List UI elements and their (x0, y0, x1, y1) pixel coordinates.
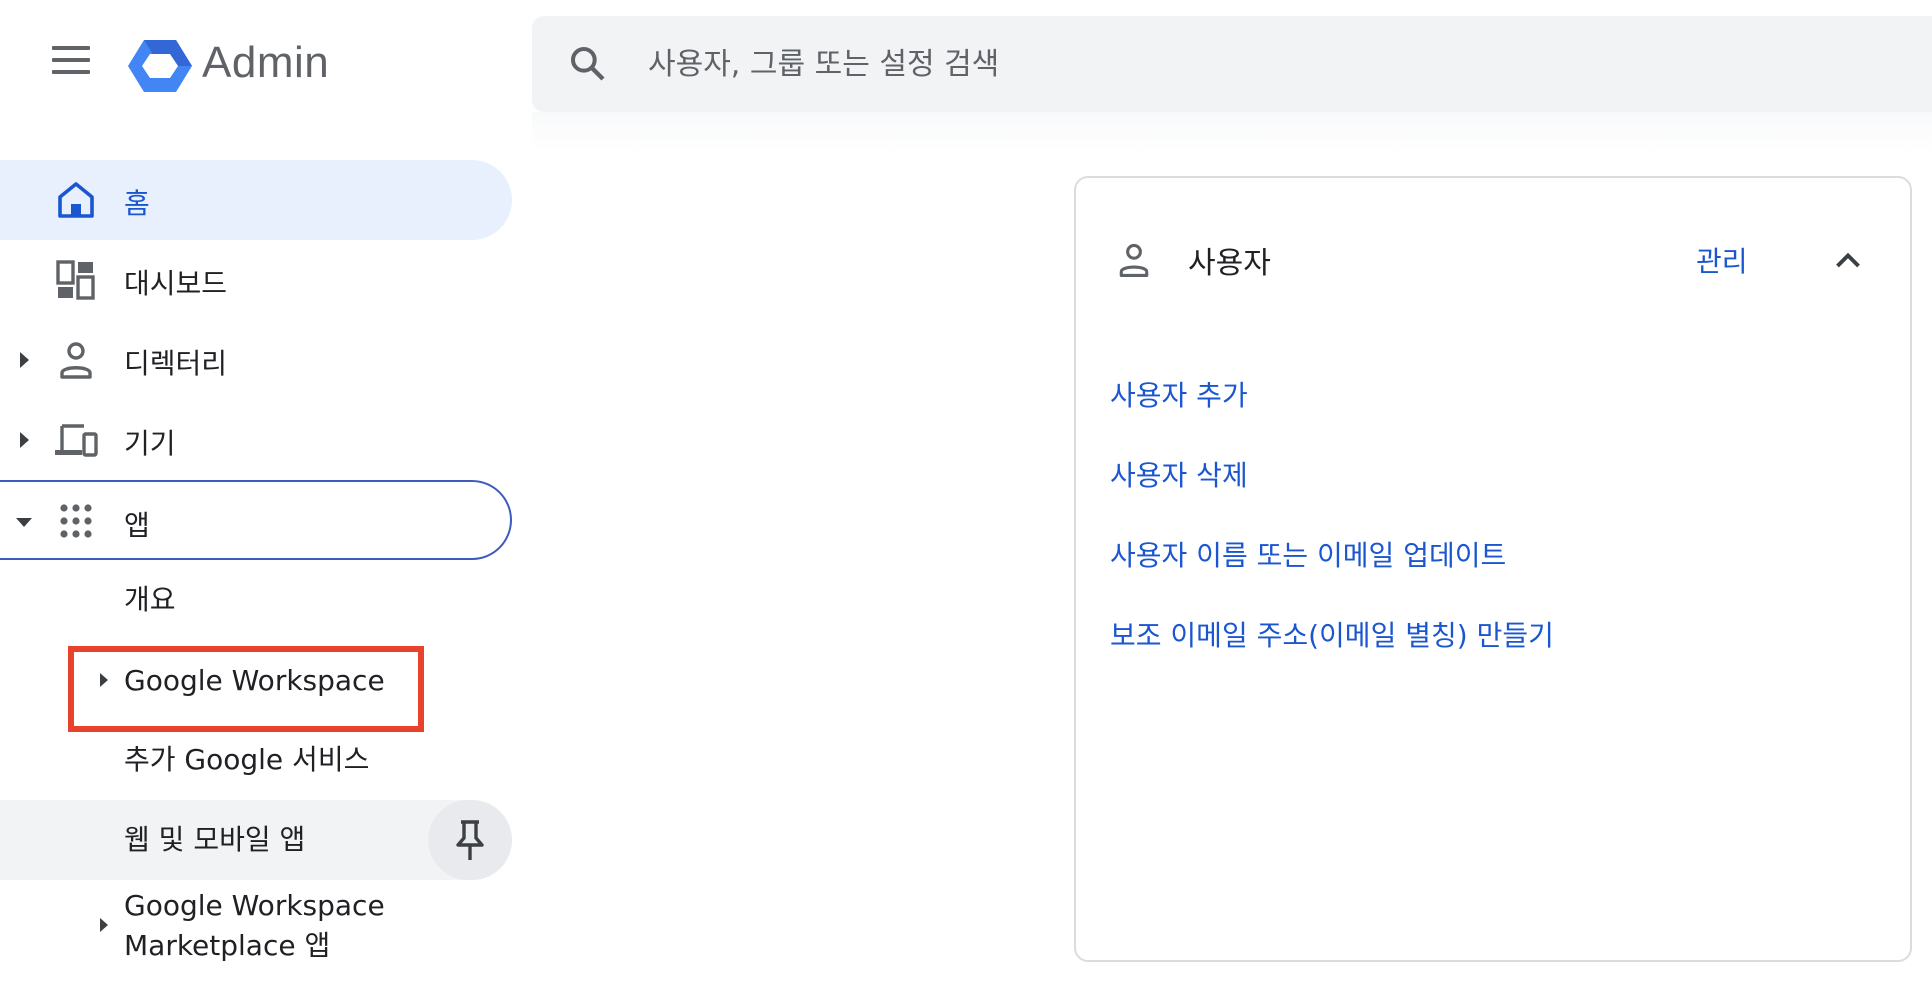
sidebar-item-home[interactable]: 홈 (0, 160, 512, 240)
sidebar-item-devices[interactable]: 기기 (0, 400, 512, 480)
devices-icon (55, 424, 98, 457)
sidebar-item-dashboard[interactable]: 대시보드 (0, 240, 512, 320)
sidebar-subitem-additional-services[interactable]: 추가 Google 서비스 (0, 720, 512, 800)
person-icon (60, 342, 92, 379)
search-icon[interactable] (568, 44, 608, 84)
sidebar-subitem-label: 추가 Google 서비스 (124, 743, 370, 776)
sidebar-nav: 홈 대시보드 디렉터리 기기 앱 개요 Google Workspace 추가 … (0, 160, 520, 994)
expand-arrow-icon[interactable] (100, 918, 108, 932)
main-menu-button[interactable] (48, 46, 96, 82)
sidebar-subitem-label-line1: Google Workspace (124, 889, 385, 922)
apps-grid-icon (60, 504, 92, 538)
sidebar-item-label: 앱 (124, 509, 150, 542)
search-input[interactable] (648, 16, 1848, 112)
sidebar-subitem-marketplace-apps[interactable]: Google Workspace Marketplace 앱 (0, 880, 512, 980)
sidebar-subitem-overview[interactable]: 개요 (0, 560, 512, 640)
person-icon (1119, 243, 1149, 277)
chevron-up-icon[interactable] (1830, 242, 1866, 278)
manage-users-link[interactable]: 관리 (1696, 240, 1748, 280)
search-bar[interactable] (532, 16, 1932, 112)
collapse-arrow-icon[interactable] (16, 518, 32, 527)
sidebar-subitem-label-line2: Marketplace 앱 (124, 929, 331, 962)
header-shadow (532, 112, 1932, 152)
sidebar-item-label: 기기 (124, 427, 176, 460)
expand-arrow-icon[interactable] (20, 432, 29, 448)
top-bar: Admin (0, 0, 1932, 130)
app-title: Admin (202, 38, 330, 87)
dashboard-icon (56, 260, 95, 300)
create-email-alias-link[interactable]: 보조 이메일 주소(이메일 별칭) 만들기 (1110, 614, 1554, 654)
add-user-link[interactable]: 사용자 추가 (1110, 374, 1248, 414)
home-icon (58, 182, 94, 218)
sidebar-item-label: 홈 (124, 187, 150, 220)
pin-icon (456, 820, 484, 860)
sidebar-item-label: 디렉터리 (124, 347, 228, 380)
admin-logo-icon[interactable] (128, 38, 192, 94)
sidebar-subitem-label: 개요 (124, 583, 176, 616)
pin-button[interactable] (428, 800, 512, 880)
sidebar-item-apps[interactable]: 앱 (0, 480, 512, 560)
sidebar-item-directory[interactable]: 디렉터리 (0, 320, 512, 400)
users-card: 사용자 관리 사용자 추가 사용자 삭제 사용자 이름 또는 이메일 업데이트 … (1074, 176, 1912, 962)
card-title: 사용자 (1188, 246, 1271, 281)
expand-arrow-icon[interactable] (20, 352, 29, 368)
delete-user-link[interactable]: 사용자 삭제 (1110, 454, 1248, 494)
highlight-annotation-box (68, 646, 424, 732)
sidebar-subitem-label: 웹 및 모바일 앱 (124, 823, 306, 856)
update-user-name-email-link[interactable]: 사용자 이름 또는 이메일 업데이트 (1110, 534, 1506, 574)
sidebar-item-label: 대시보드 (124, 267, 228, 300)
